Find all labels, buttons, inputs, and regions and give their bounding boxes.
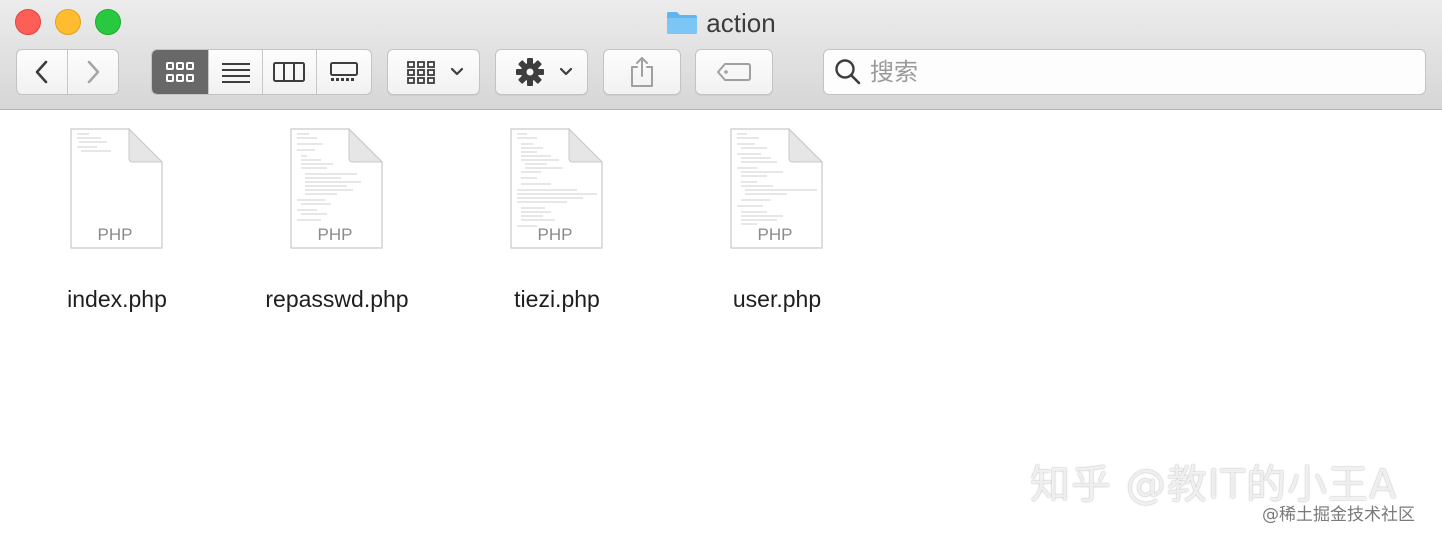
file-type-label: PHP [98, 225, 133, 244]
forward-button[interactable] [68, 50, 119, 94]
view-mode-control [151, 49, 372, 95]
search-icon [835, 59, 861, 85]
gallery-icon [329, 62, 358, 81]
chevron-down-icon [450, 67, 464, 76]
php-file-icon: PHP [70, 128, 163, 249]
finder-window: action 搜索 PHP index.php PHP repasswd.php… [0, 0, 1442, 538]
file-item[interactable]: PHP tiezi.php [447, 128, 667, 318]
file-name: index.php [67, 286, 167, 312]
columns-icon [273, 62, 306, 82]
view-gallery-button[interactable] [317, 50, 371, 94]
watermark-juejin: @稀土掘金技术社区 [1262, 505, 1415, 525]
back-button[interactable] [17, 50, 68, 94]
file-item[interactable]: PHP repasswd.php [227, 128, 447, 318]
search-input[interactable] [870, 58, 1390, 86]
file-item[interactable]: PHP user.php [667, 128, 887, 318]
file-name: user.php [732, 286, 822, 312]
file-item[interactable]: PHP index.php [7, 128, 227, 318]
chevron-left-icon [35, 60, 48, 84]
view-icon-button[interactable] [152, 50, 210, 94]
title-bar: action [0, 0, 1442, 110]
php-file-icon: PHP [510, 128, 603, 249]
tag-icon [717, 63, 751, 81]
file-type-label: PHP [758, 225, 793, 244]
file-type-label: PHP [538, 225, 573, 244]
window-title-text: action [706, 7, 776, 38]
chevron-right-icon [87, 60, 100, 84]
view-columns-button[interactable] [263, 50, 317, 94]
list-icon [221, 63, 250, 83]
window-title: action [0, 8, 1442, 38]
grid-icon [166, 62, 195, 82]
tags-button[interactable] [695, 49, 773, 95]
chevron-down-icon [559, 67, 573, 76]
group-by-button[interactable] [387, 49, 480, 95]
file-name: repasswd.php [265, 286, 409, 312]
group-grid-icon [407, 61, 435, 84]
gear-icon [516, 58, 544, 86]
folder-icon [667, 12, 698, 34]
search-field[interactable] [823, 49, 1426, 95]
php-file-icon: PHP [290, 128, 383, 249]
file-type-label: PHP [318, 225, 353, 244]
php-file-icon: PHP [730, 128, 823, 249]
share-icon [631, 57, 653, 87]
navigation-buttons [16, 49, 119, 95]
share-button[interactable] [603, 49, 681, 95]
view-list-button[interactable] [209, 50, 263, 94]
file-name: tiezi.php [514, 286, 600, 312]
action-menu-button[interactable] [495, 49, 588, 95]
